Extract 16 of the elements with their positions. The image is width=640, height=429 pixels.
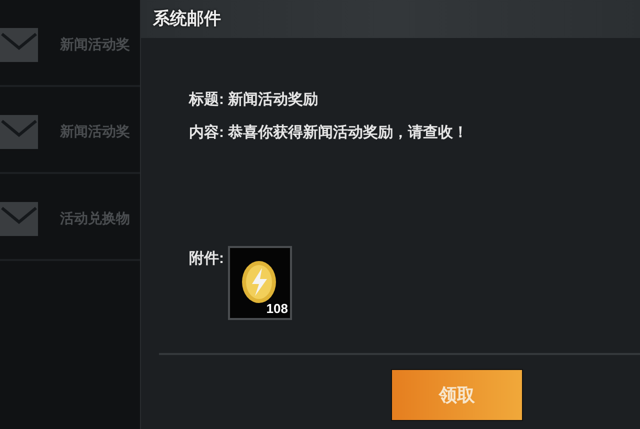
subject-label: 标题: xyxy=(189,90,224,110)
content-text: 恭喜你获得新闻活动奖励，请查收！ xyxy=(228,122,468,143)
mail-title: 活动兑换物 xyxy=(60,209,130,228)
mail-item[interactable]: 新闻活动奖 xyxy=(0,87,140,174)
mail-item[interactable]: 活动兑换物 xyxy=(0,174,140,261)
attachment-label: 附件: xyxy=(189,249,224,269)
mail-item[interactable]: 新闻活动奖 xyxy=(0,0,140,87)
mail-title: 新闻活动奖 xyxy=(60,35,130,54)
content-label: 内容: xyxy=(189,122,224,143)
panel-title: 系统邮件 xyxy=(153,8,221,30)
attachment-slot[interactable]: 108 xyxy=(228,246,292,320)
subject-text: 新闻活动奖励 xyxy=(228,90,318,110)
lightning-coin-icon xyxy=(240,260,278,304)
claim-button[interactable]: 领取 xyxy=(391,369,523,421)
item-count: 108 xyxy=(266,300,288,318)
mail-title: 新闻活动奖 xyxy=(60,122,130,141)
